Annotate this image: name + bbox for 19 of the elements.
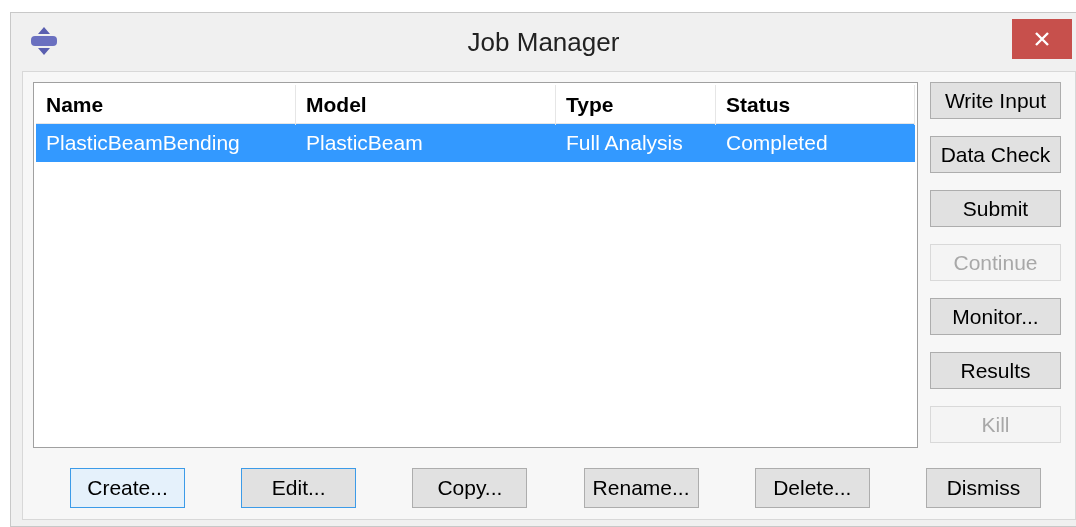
table-cell-text: PlasticBeamBending <box>45 130 241 156</box>
action-button[interactable]: Monitor... <box>930 298 1061 335</box>
close-button[interactable] <box>1012 19 1072 59</box>
action-button[interactable]: Results <box>930 352 1061 389</box>
dialog-button[interactable]: Rename... <box>583 468 699 508</box>
window-title: Job Manager <box>467 26 620 58</box>
action-button[interactable]: Submit <box>930 190 1061 227</box>
close-icon <box>1034 31 1050 47</box>
dialog-button[interactable]: Edit... <box>241 468 357 508</box>
dialog-button[interactable]: Copy... <box>412 468 528 508</box>
app-icon <box>29 27 59 55</box>
action-button[interactable]: Write Input <box>930 82 1061 119</box>
dialog-button[interactable]: Create... <box>70 468 185 508</box>
table-cell-text: Full Analysis <box>565 130 684 156</box>
dialog-button[interactable]: Delete... <box>754 468 870 508</box>
table-cell-text: PlasticBeam <box>305 130 424 156</box>
action-button[interactable]: Data Check <box>930 136 1061 173</box>
table-cell-text: Completed <box>725 130 829 156</box>
dialog-button[interactable]: Dismiss <box>925 468 1041 508</box>
